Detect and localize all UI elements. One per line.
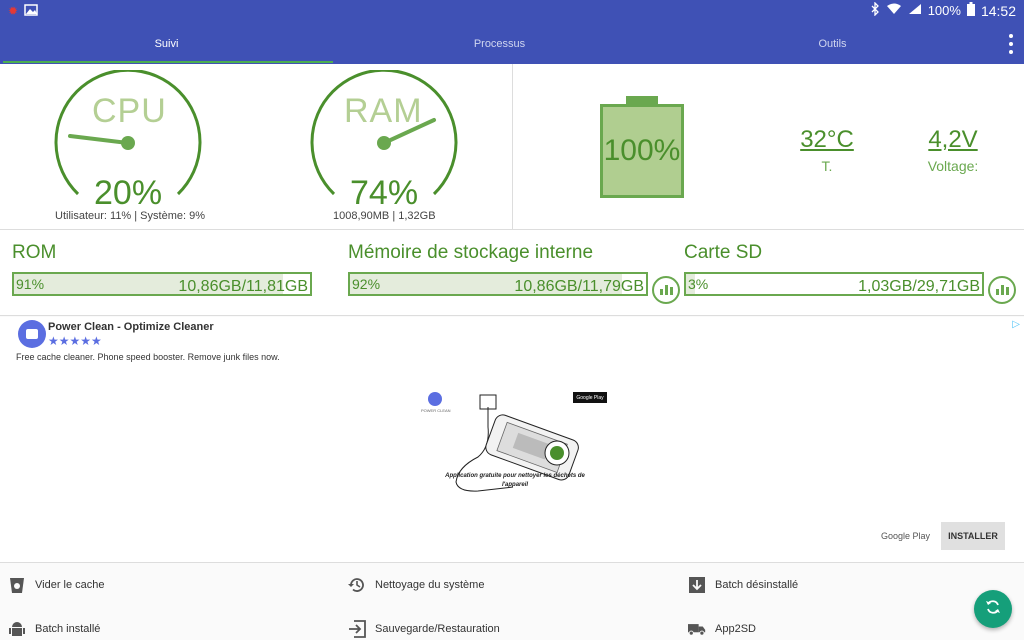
voltage-label: Voltage: xyxy=(927,158,979,174)
cpu-label: CPU xyxy=(92,92,167,130)
storage-panel: ROM 91% 10,86GB/11,81GB Mémoire de stock… xyxy=(0,230,1024,316)
ad-app-icon[interactable] xyxy=(18,320,46,348)
uninstall-icon xyxy=(688,576,706,594)
android-icon xyxy=(8,620,26,638)
temperature-value: 32°C xyxy=(800,126,854,153)
temperature-stat: 32°C T. xyxy=(790,126,864,174)
tab-suivi[interactable]: Suivi xyxy=(0,24,333,64)
ad-description: Free cache cleaner. Phone speed booster.… xyxy=(16,352,280,362)
sd-card-chart-button[interactable] xyxy=(988,276,1016,304)
notification-image-icon xyxy=(24,4,38,19)
cpu-gauge: CPU 20% xyxy=(50,70,206,212)
ad-banner[interactable]: Power Clean - Optimize Cleaner ★★★★★ Fre… xyxy=(0,317,1024,563)
storage-percent: 3% xyxy=(688,276,709,292)
ram-detail: 1008,90MB | 1,32GB xyxy=(333,210,436,222)
status-bar: ✹ 100% 14:52 xyxy=(0,0,1024,24)
tools-grid: Vider le cache Nettoyage du système Batc… xyxy=(0,563,1024,640)
ad-rating-stars: ★★★★★ xyxy=(48,334,102,348)
tool-system-cleanup[interactable]: Nettoyage du système xyxy=(348,576,484,594)
adchoices-icon[interactable]: ▷ xyxy=(1012,319,1020,330)
truck-icon xyxy=(688,620,706,638)
bluetooth-icon xyxy=(870,1,880,19)
battery-cap xyxy=(626,96,658,104)
storage-bar: 91% 10,86GB/11,81GB xyxy=(12,272,312,296)
battery-level: 100% xyxy=(600,104,684,198)
battery-percent: 100% xyxy=(927,3,961,18)
temperature-label: T. xyxy=(821,158,833,174)
cpu-detail: Utilisateur: 11% | Système: 9% xyxy=(55,210,205,222)
tool-label: Batch désinstallé xyxy=(715,579,799,591)
tab-indicator xyxy=(3,61,333,63)
battery-status-icon xyxy=(966,2,975,19)
tool-batch-install[interactable]: Batch installé xyxy=(8,620,100,638)
tool-label: Sauvegarde/Restauration xyxy=(375,623,500,635)
tool-app2sd[interactable]: App2SD xyxy=(688,620,756,638)
history-icon xyxy=(348,576,366,594)
battery-gauge: 100% xyxy=(600,96,684,198)
cpu-value: 20% xyxy=(94,174,163,212)
storage-size: 10,86GB/11,79GB xyxy=(514,278,644,295)
tool-label: Vider le cache xyxy=(35,579,105,591)
voltage-value: 4,2V xyxy=(928,126,978,153)
storage-bar: 3% 1,03GB/29,71GB xyxy=(684,272,984,296)
tab-processus[interactable]: Processus xyxy=(333,24,666,64)
voltage-stat: 4,2V Voltage: xyxy=(916,126,990,174)
tool-backup-restore[interactable]: Sauvegarde/Restauration xyxy=(348,620,500,638)
ram-value: 74% xyxy=(350,174,419,212)
ad-store-label: Google Play xyxy=(881,531,931,541)
clock: 14:52 xyxy=(980,2,1016,19)
storage-size: 10,86GB/11,81GB xyxy=(178,278,308,295)
storage-percent: 91% xyxy=(16,276,45,292)
trash-icon xyxy=(8,576,26,594)
backup-icon xyxy=(348,620,366,638)
storage-bar: 92% 10,86GB/11,79GB xyxy=(348,272,648,296)
tool-label: Nettoyage du système xyxy=(375,579,485,591)
storage-title: Mémoire de stockage interne xyxy=(348,242,594,263)
internal-storage-chart-button[interactable] xyxy=(652,276,680,304)
ad-title[interactable]: Power Clean - Optimize Cleaner xyxy=(48,321,214,333)
ram-label: RAM xyxy=(344,92,423,130)
storage-title: Carte SD xyxy=(684,242,763,263)
tab-bar: Suivi Processus Outils xyxy=(0,24,1024,64)
monitor-panel: CPU 20% Utilisateur: 11% | Système: 9% R… xyxy=(0,64,1024,230)
panel-divider xyxy=(512,64,513,230)
storage-percent: 92% xyxy=(352,276,381,292)
storage-size: 1,03GB/29,71GB xyxy=(858,278,980,295)
tool-batch-uninstall[interactable]: Batch désinstallé xyxy=(688,576,798,594)
tool-label: App2SD xyxy=(715,623,756,635)
install-button[interactable]: INSTALLER xyxy=(941,522,1005,550)
tool-label: Batch installé xyxy=(35,623,101,635)
wifi-icon xyxy=(886,3,902,18)
storage-title: ROM xyxy=(12,242,57,263)
notification-bug-icon: ✹ xyxy=(8,4,19,18)
signal-icon xyxy=(908,3,922,18)
ad-image-caption: Application gratuite pour nettoyer les d… xyxy=(445,473,585,488)
ram-gauge: RAM 74% xyxy=(306,70,462,212)
tab-outils[interactable]: Outils xyxy=(666,24,999,64)
refresh-fab[interactable] xyxy=(974,590,1012,628)
refresh-icon xyxy=(985,599,1001,620)
tool-clear-cache[interactable]: Vider le cache xyxy=(8,576,105,594)
overflow-menu-icon[interactable] xyxy=(1008,34,1014,54)
